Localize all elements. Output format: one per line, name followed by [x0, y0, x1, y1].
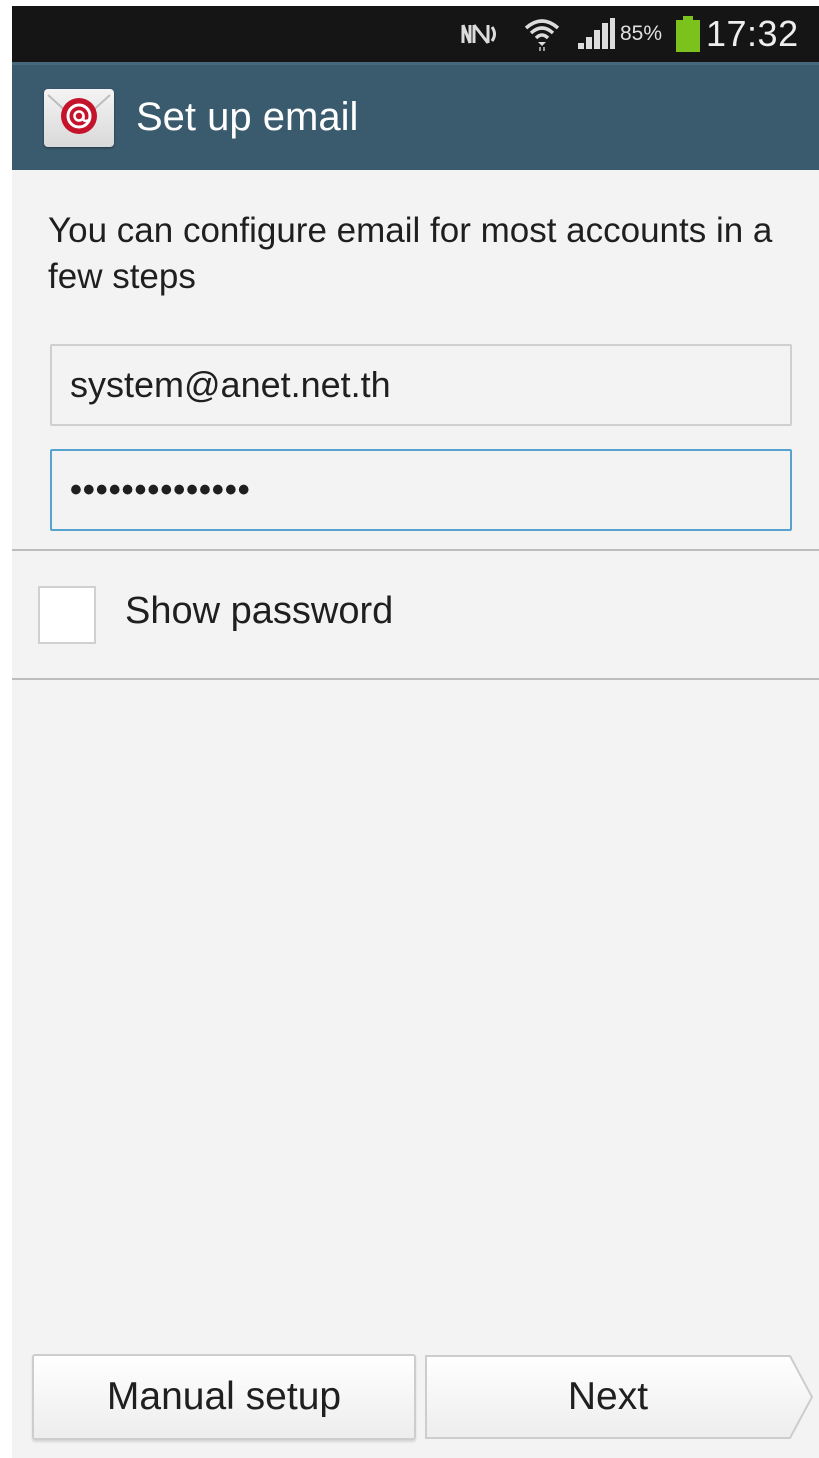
screen: 85% 17:32 Set up email You can configure… [12, 6, 819, 1458]
page-title: Set up email [136, 95, 359, 139]
email-field[interactable]: system@anet.net.th [50, 344, 792, 426]
action-bar: Set up email [12, 62, 819, 170]
battery-percent: 85% [620, 22, 663, 45]
show-password-checkbox[interactable] [38, 586, 96, 644]
manual-setup-button[interactable]: Manual setup [32, 1354, 416, 1440]
password-value: •••••••••••••• [70, 470, 251, 509]
next-label: Next [567, 1375, 649, 1418]
nfc-icon [460, 6, 500, 62]
manual-setup-label: Manual setup [106, 1375, 342, 1418]
battery-icon [674, 6, 704, 62]
email-value: system@anet.net.th [70, 364, 391, 405]
divider [12, 678, 819, 680]
email-app-icon[interactable] [44, 89, 114, 147]
status-bar: 85% 17:32 [12, 6, 819, 62]
divider [12, 549, 819, 551]
password-field[interactable]: •••••••••••••• [50, 449, 792, 531]
next-button[interactable]: Next [424, 1354, 814, 1440]
clock: 17:32 [706, 13, 799, 54]
wifi-icon [524, 6, 564, 62]
signal-icon [576, 6, 620, 62]
show-password-label[interactable]: Show password [125, 590, 393, 633]
intro-text: You can configure email for most account… [48, 211, 773, 296]
